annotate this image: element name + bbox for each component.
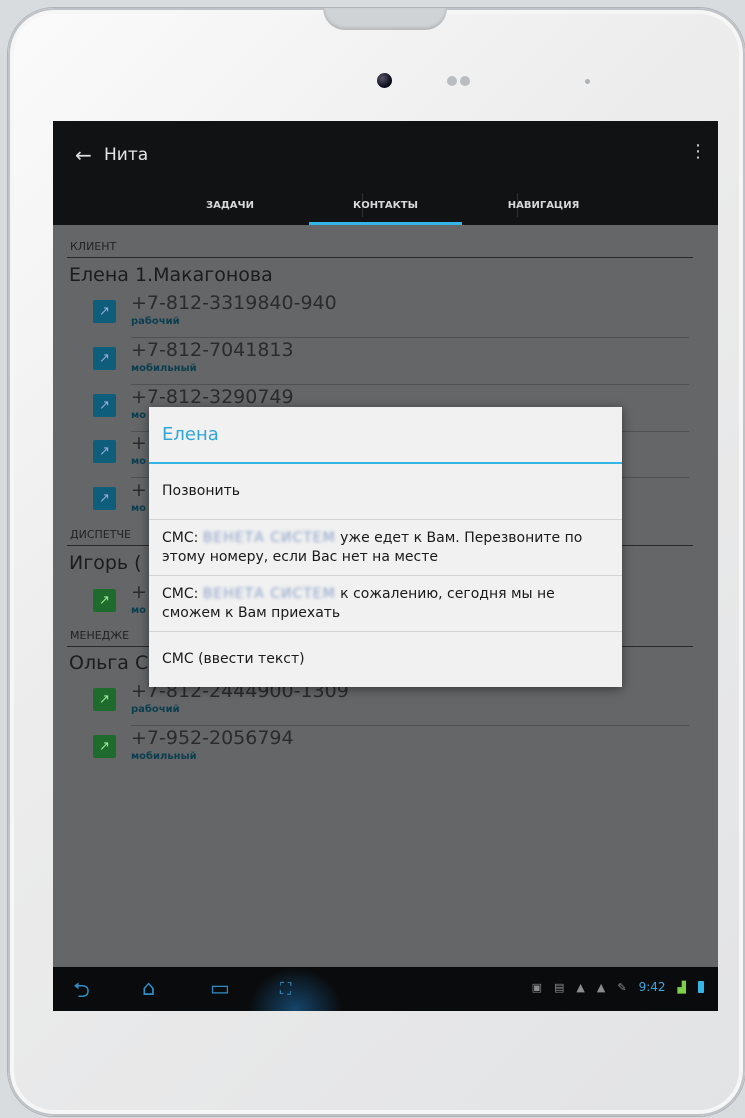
sms-prefix: СМС: (162, 530, 199, 546)
home-icon[interactable]: ⌂ (142, 976, 155, 1000)
front-camera (377, 73, 392, 88)
document-icon: ▤ (554, 980, 565, 994)
sms-cannot-come-option[interactable]: СМС: ВЕНЕТА СИСТЕМ к сожалению, сегодня … (149, 576, 622, 632)
section-divider (67, 257, 693, 258)
indicator-led (585, 79, 590, 84)
tab-navigation[interactable]: НАВИГАЦИЯ (465, 185, 622, 225)
phone-type: мо (131, 456, 147, 467)
phone-call-icon[interactable]: ↗ (93, 440, 116, 463)
phone-number: +7-812-3290749 (131, 386, 294, 408)
signal-icon: ▟ (677, 980, 686, 994)
row-divider (131, 337, 689, 338)
proximity-sensor (447, 76, 457, 86)
tablet-top-notch (323, 8, 447, 30)
row-divider (131, 725, 689, 726)
option-label: СМС (ввести текст) (162, 651, 305, 667)
phone-row[interactable]: ↗ +7-812-7041813 мобильный (93, 339, 689, 385)
recent-apps-icon[interactable]: ▭ (210, 976, 230, 1000)
phone-number: +7-952-2056794 (131, 727, 294, 749)
redacted-company: ВЕНЕТА СИСТЕМ (202, 586, 336, 602)
section-header-dispatcher: ДИСПЕТЧЕ (70, 528, 131, 541)
phone-call-icon[interactable]: ↗ (93, 735, 116, 758)
option-label: Позвонить (162, 483, 241, 499)
contact-name: Ольга С (69, 652, 149, 674)
option-label: СМС: ВЕНЕТА СИСТЕМ к сожалению, сегодня … (162, 585, 608, 623)
contact-action-dialog: Елена Позвонить СМС: ВЕНЕТА СИСТЕМ уже е… (149, 407, 622, 687)
usb-debug-icon: ✎ (617, 980, 627, 994)
phone-type: мобильный (131, 751, 197, 762)
back-icon[interactable]: ⮌ (73, 976, 90, 1011)
overflow-menu-icon[interactable]: ⋮ (689, 141, 707, 162)
section-header-manager: МЕНЕДЖЕ (70, 629, 130, 642)
battery-icon (698, 981, 704, 993)
tab-tasks[interactable]: ЗАДАЧИ (155, 185, 305, 225)
light-sensor (460, 76, 470, 86)
phone-call-icon[interactable]: ↗ (93, 394, 116, 417)
contact-name: Игорь ( (69, 552, 142, 574)
gallery-icon: ▣ (531, 980, 543, 994)
sms-prefix: СМС: (162, 586, 199, 602)
phone-call-icon[interactable]: ↗ (93, 300, 116, 323)
dialog-title: Елена (162, 424, 219, 445)
phone-number: +7-812-3319840-940 (131, 292, 337, 314)
action-bar: ← Нита ⋮ ЗАДАЧИ КОНТАКТЫ НАВИГАЦИЯ (53, 121, 718, 225)
phone-type: мо (131, 503, 147, 514)
phone-call-icon[interactable]: ↗ (93, 688, 116, 711)
phone-call-icon[interactable]: ↗ (93, 487, 116, 510)
phone-type: рабочий (131, 316, 180, 327)
notification-icon: ▲ (576, 980, 585, 994)
status-tray: ▣ ▤ ▲ ▲ ✎ 9:42 ▟ (532, 980, 704, 994)
clock: 9:42 (638, 980, 666, 994)
phone-number: + (131, 432, 147, 454)
tab-contacts[interactable]: КОНТАКТЫ (309, 185, 462, 225)
phone-number: +7-812-7041813 (131, 339, 294, 361)
tab-bar: ЗАДАЧИ КОНТАКТЫ НАВИГАЦИЯ (53, 185, 718, 225)
contact-name: Елена 1.Макагонова (69, 264, 273, 286)
sms-on-the-way-option[interactable]: СМС: ВЕНЕТА СИСТЕМ уже едет к Вам. Перез… (149, 520, 622, 576)
phone-number: + (131, 581, 147, 603)
phone-row[interactable]: ↗ +7-952-2056794 мобильный (93, 727, 689, 773)
nav-highlight (248, 967, 343, 1011)
row-divider (131, 384, 689, 385)
system-navigation-bar: ⮌ ⌂ ▭ ⛶ ▣ ▤ ▲ ▲ ✎ 9:42 ▟ (53, 967, 718, 1011)
notification-icon: ▲ (596, 980, 606, 994)
phone-type: рабочий (131, 704, 180, 715)
screenshot-icon[interactable]: ⛶ (280, 979, 291, 999)
phone-row[interactable]: ↗ +7-812-3319840-940 рабочий (93, 292, 689, 338)
phone-type: мобильный (131, 363, 197, 374)
phone-number: + (131, 479, 147, 501)
redacted-company: ВЕНЕТА СИСТЕМ (202, 530, 336, 546)
call-option[interactable]: Позвонить (149, 464, 622, 520)
page-title: Нита (104, 145, 149, 165)
option-label: СМС: ВЕНЕТА СИСТЕМ уже едет к Вам. Перез… (162, 529, 608, 567)
section-header-client: КЛИЕНТ (70, 240, 117, 253)
phone-type: мо (131, 410, 147, 421)
phone-type: мо (131, 605, 147, 616)
arrow-left-icon[interactable]: ← (75, 143, 92, 167)
phone-call-icon[interactable]: ↗ (93, 347, 116, 370)
sms-custom-text-option[interactable]: СМС (ввести текст) (149, 632, 622, 687)
phone-call-icon[interactable]: ↗ (93, 589, 116, 612)
